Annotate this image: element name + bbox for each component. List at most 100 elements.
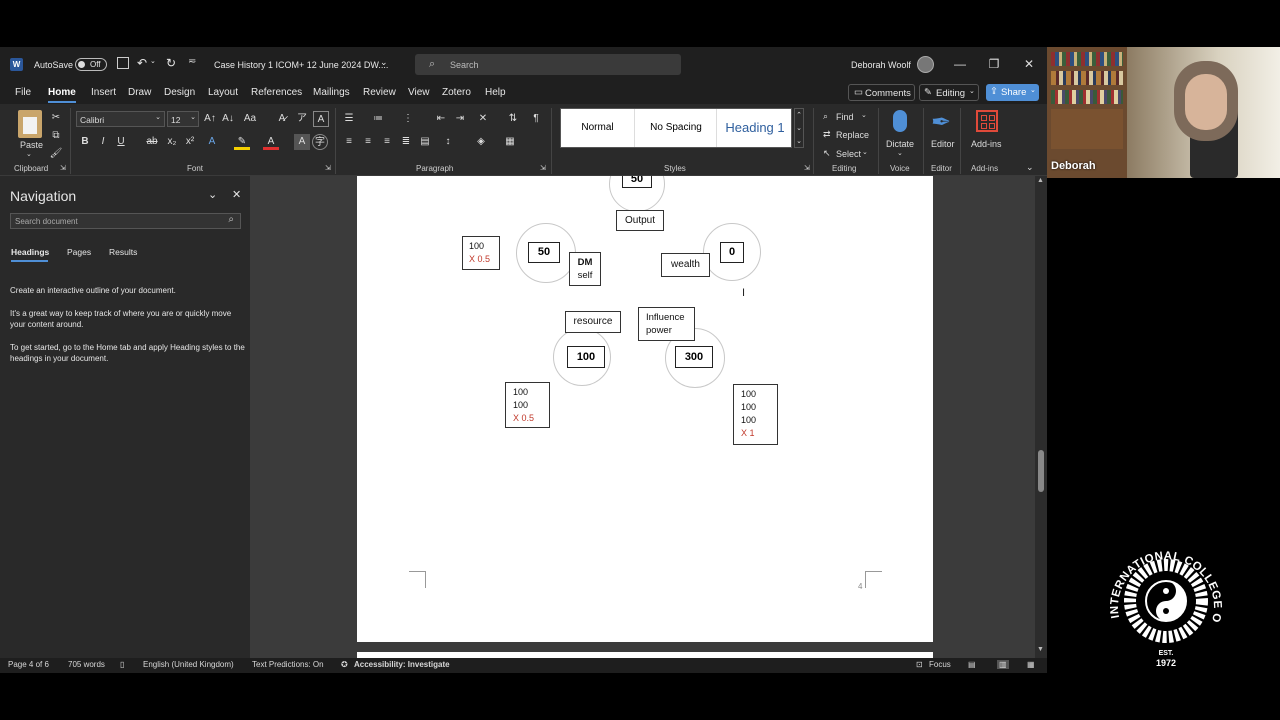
search-document-input[interactable]: Search document ⌕ [10,213,241,229]
tab-draw[interactable]: Draw [128,87,151,98]
word-count[interactable]: 705 words [68,660,105,669]
bullets-icon[interactable]: ☰ [341,111,357,127]
page-indicator[interactable]: Page 4 of 6 [8,660,49,669]
tab-help[interactable]: Help [485,87,506,98]
web-layout-icon[interactable]: ▦ [1027,660,1035,669]
tab-view[interactable]: View [408,87,430,98]
tab-mailings[interactable]: Mailings [313,87,350,98]
proofing-icon[interactable]: ▯ [120,660,124,669]
align-right-icon[interactable]: ≡ [379,134,395,150]
dialog-launcher-icon[interactable]: ⇲ [325,164,331,172]
dialog-launcher-icon[interactable]: ⇲ [60,164,66,172]
collapse-ribbon-icon[interactable]: ⌄ [1026,162,1034,173]
vertical-scrollbar[interactable]: ▲ ▼ [1035,176,1047,658]
scrollbar-thumb[interactable] [1038,450,1044,492]
save-icon[interactable] [117,57,129,69]
asian-layout-icon[interactable]: ✕ [475,111,491,127]
paste-icon[interactable] [18,110,42,138]
format-painter-icon[interactable]: 🖌 [48,146,64,162]
subscript-icon[interactable]: x₂ [164,134,180,150]
superscript-icon[interactable]: x² [182,134,198,150]
read-mode-icon[interactable]: ▤ [968,660,976,669]
avatar[interactable] [917,56,934,73]
close-icon[interactable]: ✕ [232,188,241,201]
select-button[interactable]: Select [836,149,861,159]
font-color-icon[interactable]: A [263,134,279,150]
cut-icon[interactable]: ✂ [48,110,64,126]
font-size-field[interactable]: 12 ⌄ [167,111,199,127]
align-left-icon[interactable]: ≡ [341,134,357,150]
tab-review[interactable]: Review [363,87,396,98]
change-case-icon[interactable]: Aa [242,111,258,127]
title-dropdown-icon[interactable]: ⌄ [380,57,388,68]
style-heading-1[interactable]: Heading 1 [718,109,792,147]
grow-font-icon[interactable]: A↑ [202,111,218,127]
increase-indent-icon[interactable]: ⇥ [452,111,468,127]
tab-design[interactable]: Design [164,87,195,98]
tab-zotero[interactable]: Zotero [442,87,471,98]
restore-icon[interactable]: ❐ [977,47,1011,82]
language[interactable]: English (United Kingdom) [143,660,234,669]
addins-button[interactable]: Add-ins [971,139,1002,149]
tab-pages[interactable]: Pages [67,247,91,257]
dialog-launcher-icon[interactable]: ⇲ [540,164,546,172]
paste-label[interactable]: Paste [20,140,43,150]
multilevel-list-icon[interactable]: ⋮ [400,111,416,127]
share-button[interactable]: ⇪ Share ⌄ [986,84,1039,101]
bold-icon[interactable]: B [77,134,93,150]
undo-icon[interactable]: ↶ [137,56,147,70]
chevron-down-icon[interactable]: ⌄ [897,149,903,157]
paste-dropdown-icon[interactable]: ⌄ [26,150,32,158]
phonetic-guide-icon[interactable]: ア [294,111,310,127]
editing-mode-button[interactable]: ✎ Editing ⌄ [919,84,979,101]
dialog-launcher-icon[interactable]: ⇲ [804,164,810,172]
sort-icon[interactable]: ⇅ [505,111,521,127]
editor-icon[interactable]: ✒ [931,108,951,137]
print-layout-icon[interactable]: ▥ [997,660,1009,669]
autosave-toggle[interactable]: Off [75,58,107,71]
document-title[interactable]: Case History 1 ICOM+ 12 June 2024 DW.... [214,60,388,70]
strikethrough-icon[interactable]: ab [144,134,160,150]
character-shading-icon[interactable]: A [294,134,310,150]
accessibility-status[interactable]: Accessibility: Investigate [354,660,450,669]
show-formatting-icon[interactable]: ¶ [528,111,544,127]
tab-references[interactable]: References [251,87,302,98]
scroll-down-icon[interactable]: ▼ [1037,646,1044,653]
tab-home[interactable]: Home [48,87,76,98]
tab-file[interactable]: File [15,87,31,98]
dictate-button[interactable]: Dictate [886,139,914,149]
microphone-icon[interactable] [893,110,907,132]
enclose-characters-icon[interactable]: 字 [312,134,328,150]
redo-icon[interactable]: ↻ [166,56,176,70]
text-predictions[interactable]: Text Predictions: On [252,660,324,669]
find-button[interactable]: Find [836,112,854,122]
replace-icon[interactable]: ⇄ [823,129,831,140]
editor-button[interactable]: Editor [931,139,955,149]
chevron-down-icon[interactable]: ⌄ [861,111,867,119]
addins-icon[interactable] [976,110,998,132]
styles-scroll[interactable]: ⌃ ⌄ ⌄ [794,108,804,148]
tab-layout[interactable]: Layout [208,87,238,98]
copy-icon[interactable]: ⧉ [48,128,64,144]
clear-formatting-icon[interactable]: A̷ [274,111,290,127]
font-name-field[interactable]: Calibri ⌄ [76,111,165,127]
minimize-icon[interactable]: — [943,47,977,82]
tab-headings[interactable]: Headings [11,247,49,257]
text-effects-icon[interactable]: A [204,134,220,150]
comments-button[interactable]: ▭ Comments [848,84,915,101]
highlight-icon[interactable]: ✎ [234,134,250,150]
style-no-spacing[interactable]: No Spacing [636,109,717,147]
decrease-indent-icon[interactable]: ⇤ [433,111,449,127]
underline-icon[interactable]: U [113,134,129,150]
document-page[interactable]: 50 Output 100 X 0.5 50 DM self wealth 0 [357,176,933,642]
borders-icon[interactable]: ▦ [502,134,518,150]
character-border-icon[interactable]: A [313,111,329,127]
find-icon[interactable]: ⌕ [823,111,828,122]
close-icon[interactable]: ✕ [1012,47,1046,82]
tab-results[interactable]: Results [109,247,137,257]
shading-icon[interactable]: ◈ [473,134,489,150]
undo-dropdown-icon[interactable]: ⌄ [150,57,156,65]
distributed-icon[interactable]: ▤ [417,134,433,150]
scroll-up-icon[interactable]: ▲ [1037,177,1044,184]
tab-insert[interactable]: Insert [91,87,116,98]
